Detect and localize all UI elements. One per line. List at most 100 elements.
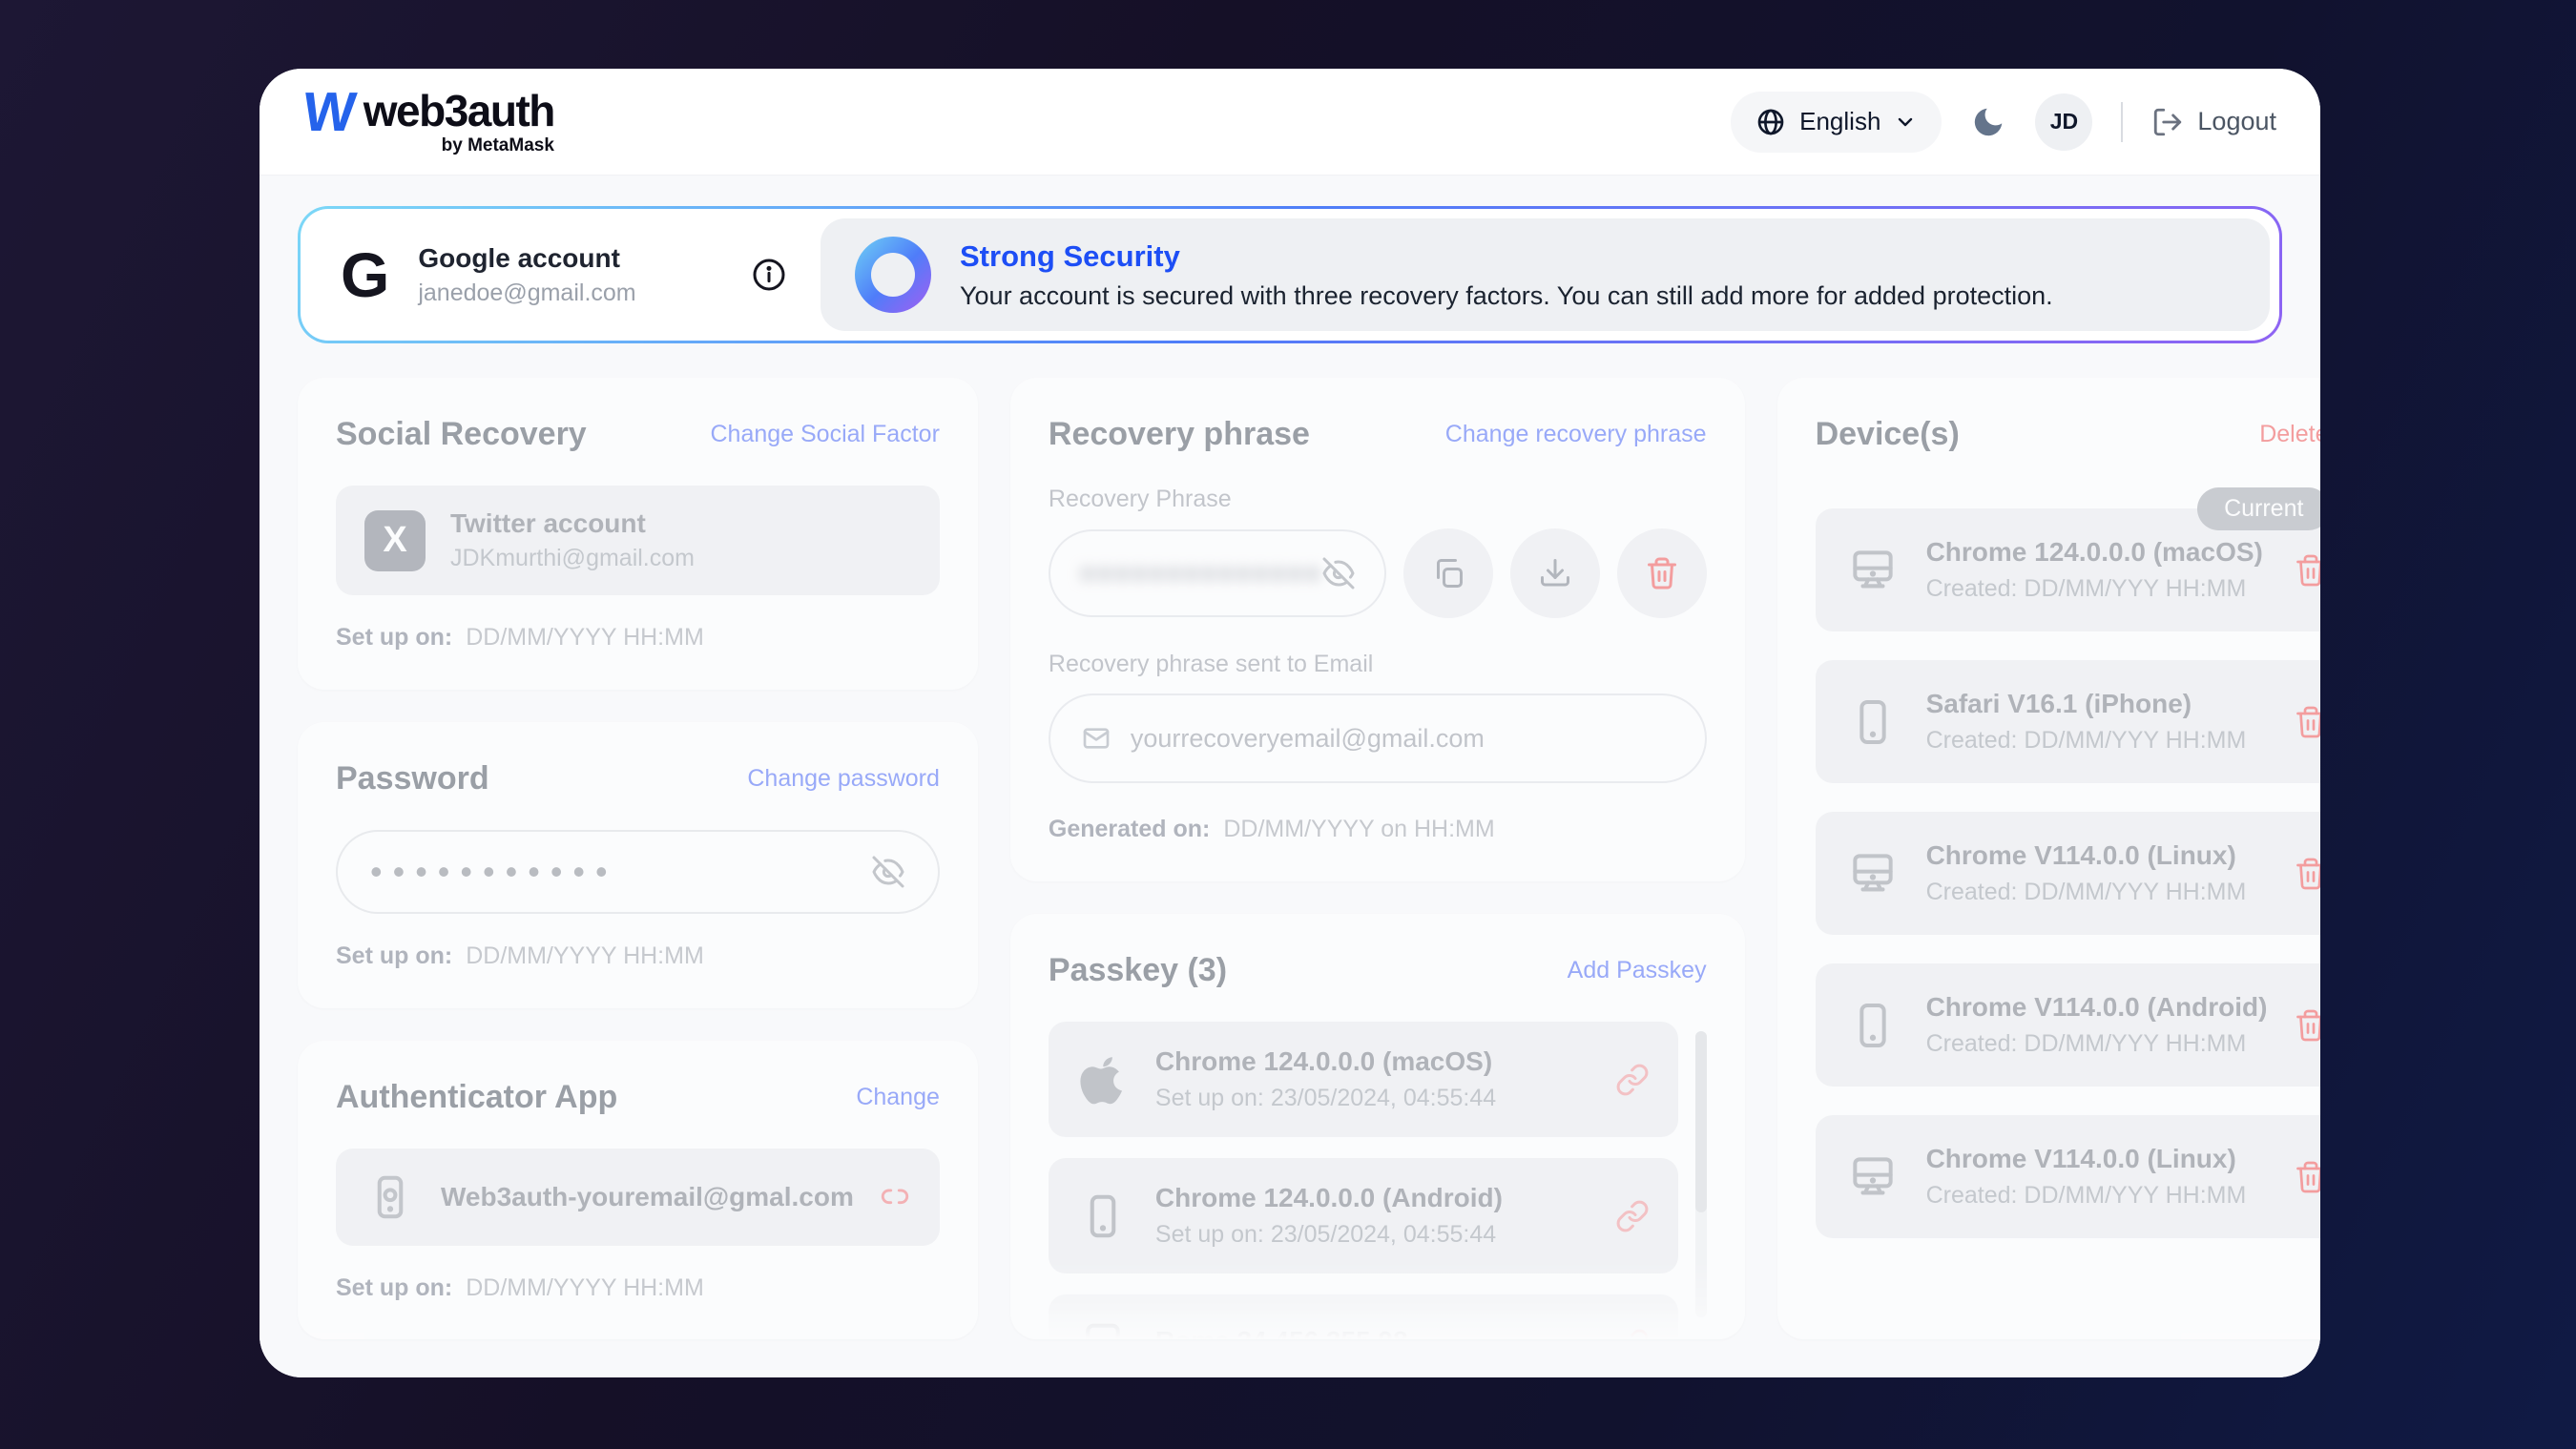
content-area: G Google account janedoe@gmail.com Stron… (260, 176, 2320, 1377)
devices-list: Current Chrome 124.0.0.0 (macOS) Created… (1816, 508, 2320, 1238)
device-title: Chrome 124.0.0.0 (macOS) (1926, 537, 2263, 568)
web3auth-logo-icon: W (301, 88, 354, 137)
info-icon[interactable] (750, 256, 788, 294)
chevron-down-icon (1894, 111, 1917, 134)
passkey-item-sub: Set up on: 23/05/2024, 04:55:44 (1155, 1221, 1503, 1249)
device-title: Chrome V114.0.0 (Android) (1926, 992, 2268, 1023)
account-email: janedoe@gmail.com (418, 279, 635, 307)
recovery-phrase-label: Recovery Phrase (1049, 486, 1707, 513)
apple-icon (1077, 1054, 1129, 1106)
recovery-email-value: yourrecoveryemail@gmail.com (1131, 724, 1485, 754)
language-selector[interactable]: English (1731, 92, 1942, 153)
link-icon[interactable] (1615, 1328, 1650, 1339)
recovery-phrase-field[interactable]: ●●●●●●●●●●●●●● (1049, 529, 1386, 617)
eye-off-icon[interactable] (871, 855, 905, 889)
security-status-desc: Your account is secured with three recov… (960, 281, 2053, 311)
phone-icon (1846, 695, 1900, 749)
desktop-icon (1846, 1150, 1900, 1204)
authenticator-card: Authenticator App Change Web3auth-yourem… (298, 1041, 978, 1339)
change-authenticator-link[interactable]: Change (856, 1084, 940, 1111)
passkey-item: Rome 24.456.355.98 (1049, 1294, 1678, 1339)
copy-phrase-button[interactable] (1403, 528, 1493, 618)
download-icon (1538, 556, 1572, 590)
logout-button[interactable]: Logout (2151, 106, 2276, 138)
passkey-item: Chrome 124.0.0.0 (Android) Set up on: 23… (1049, 1158, 1678, 1273)
device-sub: Created: DD/MM/YYY HH:MM (1926, 1182, 2247, 1210)
trash-icon[interactable] (2294, 705, 2320, 739)
google-account-section: G Google account janedoe@gmail.com (301, 209, 821, 341)
logo-byline: by MetaMask (442, 135, 554, 156)
phone-icon (1077, 1190, 1129, 1242)
twitter-account-email: JDKmurthi@gmail.com (450, 545, 695, 572)
device-item: Chrome V114.0.0 (Linux) Created: DD/MM/Y… (1816, 1115, 2320, 1238)
generated-label: Generated on: (1049, 816, 1210, 843)
delete-all-link[interactable]: Delete all (2259, 421, 2320, 448)
setup-label: Set up on: (336, 1274, 452, 1302)
password-masked-value: ••••••••••• (370, 855, 618, 889)
avatar[interactable]: JD (2035, 93, 2092, 151)
device-sub: Created: DD/MM/YYY HH:MM (1926, 879, 2247, 906)
top-bar: W web3auth by MetaMask English (260, 69, 2320, 176)
social-recovery-card: Social Recovery Change Social Factor X T… (298, 378, 978, 690)
device-item: Safari V16.1 (iPhone) Created: DD/MM/YYY… (1816, 660, 2320, 783)
password-title: Password (336, 760, 489, 797)
desktop-icon (1846, 544, 1900, 597)
device-title: Safari V16.1 (iPhone) (1926, 689, 2247, 719)
change-social-factor-link[interactable]: Change Social Factor (710, 421, 939, 448)
passkey-item-title: Chrome 124.0.0.0 (macOS) (1155, 1046, 1496, 1077)
passkey-item-sub: Set up on: 23/05/2024, 04:55:44 (1155, 1085, 1496, 1112)
security-banner: G Google account janedoe@gmail.com Stron… (298, 206, 2282, 343)
device-sub: Created: DD/MM/YYY HH:MM (1926, 727, 2247, 755)
recovery-phrase-title: Recovery phrase (1049, 416, 1310, 453)
devices-title: Device(s) (1816, 416, 1960, 453)
main-window: W web3auth by MetaMask English (260, 69, 2320, 1377)
download-phrase-button[interactable] (1510, 528, 1600, 618)
password-field[interactable]: ••••••••••• (336, 830, 940, 914)
devices-card: Device(s) Delete all Current (1777, 378, 2320, 1339)
device-title: Chrome V114.0.0 (Linux) (1926, 1144, 2247, 1174)
phone-icon (364, 1171, 416, 1223)
phone-icon (1846, 999, 1900, 1052)
desktop-icon (1846, 847, 1900, 900)
google-icon: G (341, 243, 389, 306)
link-icon[interactable] (1615, 1063, 1650, 1097)
social-recovery-title: Social Recovery (336, 416, 587, 453)
security-ring-icon (855, 237, 931, 313)
recovery-email-field[interactable]: yourrecoveryemail@gmail.com (1049, 693, 1707, 783)
passkey-item-title: Rome 24.456.355.98 (1155, 1326, 1408, 1339)
globe-icon (1755, 107, 1786, 137)
trash-icon[interactable] (2294, 857, 2320, 891)
dark-mode-toggle[interactable] (1970, 104, 2006, 140)
authenticator-title: Authenticator App (336, 1079, 617, 1116)
device-sub: Created: DD/MM/YYY HH:MM (1926, 1030, 2268, 1058)
header-divider (2121, 102, 2123, 142)
logout-label: Logout (2197, 107, 2276, 136)
delete-phrase-button[interactable] (1617, 528, 1707, 618)
passkey-title: Passkey (3) (1049, 952, 1227, 989)
add-passkey-link[interactable]: Add Passkey (1568, 957, 1707, 984)
scrollbar-thumb[interactable] (1695, 1031, 1707, 1212)
authenticator-email: Web3auth-youremail@gmal.com (441, 1182, 854, 1212)
twitter-account-title: Twitter account (450, 508, 695, 539)
language-label: English (1799, 107, 1880, 136)
generated-value: DD/MM/YYYY on HH:MM (1223, 816, 1494, 843)
trash-icon[interactable] (2294, 1160, 2320, 1194)
device-item: Chrome V114.0.0 (Android) Created: DD/MM… (1816, 963, 2320, 1087)
trash-icon[interactable] (2294, 553, 2320, 588)
trash-icon[interactable] (2294, 1008, 2320, 1043)
link-icon[interactable] (1615, 1199, 1650, 1233)
device-item: Current Chrome 124.0.0.0 (macOS) Created… (1816, 508, 2320, 631)
recovery-email-label: Recovery phrase sent to Email (1049, 651, 1707, 678)
security-status-panel: Strong Security Your account is secured … (821, 218, 2270, 331)
eye-off-icon[interactable] (1321, 556, 1356, 590)
setup-value: DD/MM/YYYY HH:MM (466, 942, 704, 970)
recovery-phrase-masked: ●●●●●●●●●●●●●● (1079, 557, 1321, 590)
logo-wordmark: web3auth (364, 88, 554, 134)
current-device-badge: Current (2197, 487, 2320, 530)
passkey-card: Passkey (3) Add Passkey (1010, 914, 1745, 1339)
change-password-link[interactable]: Change password (747, 765, 940, 793)
setup-value: DD/MM/YYYY HH:MM (466, 624, 704, 652)
change-recovery-phrase-link[interactable]: Change recovery phrase (1445, 421, 1707, 448)
unlink-icon[interactable] (879, 1181, 911, 1213)
setup-label: Set up on: (336, 624, 452, 652)
